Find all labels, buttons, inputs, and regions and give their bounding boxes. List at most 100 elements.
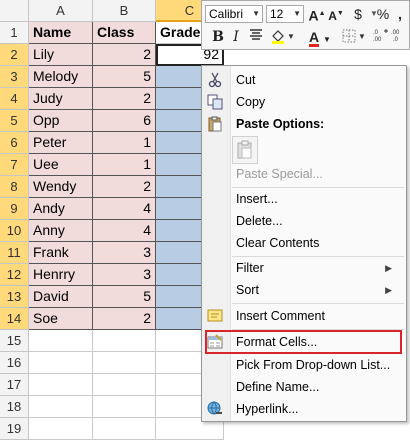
name-cell[interactable]: Andy — [29, 198, 93, 220]
menu-item-copy[interactable]: Copy — [202, 91, 406, 113]
copy-icon — [207, 94, 223, 110]
row-header[interactable]: 18 — [0, 396, 29, 418]
row-header[interactable]: 1 — [0, 22, 29, 44]
fill-color-button[interactable]: ▼ — [269, 28, 295, 46]
name-cell[interactable]: Anny — [29, 220, 93, 242]
name-cell[interactable]: Soe — [29, 308, 93, 330]
font-name-box[interactable]: Calibri ▼ — [205, 5, 263, 23]
empty-cell[interactable] — [93, 374, 156, 396]
empty-cell[interactable] — [29, 352, 93, 374]
menu-item-hyperlink[interactable]: Hyperlink... — [202, 398, 406, 420]
name-cell[interactable]: Frank — [29, 242, 93, 264]
empty-cell[interactable] — [93, 396, 156, 418]
format-cells-highlight-box — [205, 330, 402, 354]
empty-cell[interactable] — [29, 330, 93, 352]
paste-option-button[interactable] — [232, 136, 258, 164]
column-header-b[interactable]: B — [93, 0, 156, 22]
context-menu: Cut Copy Paste Options: Paste Special...… — [201, 65, 407, 422]
menu-item-sort[interactable]: Sort ▶ — [202, 279, 406, 301]
column-header-a[interactable]: A — [29, 0, 93, 22]
class-cell[interactable]: 1 — [93, 154, 156, 176]
menu-item-paste-options: Paste Options: — [202, 113, 406, 135]
name-cell[interactable]: Uee — [29, 154, 93, 176]
name-cell[interactable]: David — [29, 286, 93, 308]
class-cell[interactable]: 2 — [93, 88, 156, 110]
name-cell[interactable]: Henrry — [29, 264, 93, 286]
row-header[interactable]: 11 — [0, 242, 29, 264]
row-header[interactable]: 19 — [0, 418, 29, 440]
class-cell[interactable]: 3 — [93, 242, 156, 264]
percent-button[interactable]: % — [374, 5, 392, 23]
name-cell[interactable]: Peter — [29, 132, 93, 154]
bold-button[interactable]: B — [209, 28, 227, 46]
row-header[interactable]: 3 — [0, 66, 29, 88]
row-header[interactable]: 16 — [0, 352, 29, 374]
font-size-box[interactable]: 12 ▼ — [266, 5, 304, 23]
header-cell-name[interactable]: Name — [29, 22, 93, 44]
menu-item-insert[interactable]: Insert... — [202, 188, 406, 210]
empty-cell[interactable] — [29, 418, 93, 440]
row-header[interactable]: 8 — [0, 176, 29, 198]
class-cell[interactable]: 5 — [93, 286, 156, 308]
menu-item-define-name[interactable]: Define Name... — [202, 376, 406, 398]
menu-item-cut[interactable]: Cut — [202, 69, 406, 91]
header-cell-class[interactable]: Class — [93, 22, 156, 44]
empty-cell[interactable] — [93, 330, 156, 352]
class-cell[interactable]: 3 — [93, 264, 156, 286]
shrink-font-button[interactable]: A▼ — [327, 5, 345, 23]
menu-item-delete[interactable]: Delete... — [202, 210, 406, 232]
class-cell[interactable]: 4 — [93, 198, 156, 220]
font-size-value: 12 — [270, 7, 284, 21]
class-cell[interactable]: 2 — [93, 176, 156, 198]
row-header[interactable]: 17 — [0, 374, 29, 396]
row-header[interactable]: 15 — [0, 330, 29, 352]
menu-label: Insert Comment — [236, 309, 325, 323]
class-cell[interactable]: 2 — [93, 44, 156, 66]
empty-cell[interactable] — [29, 396, 93, 418]
menu-item-pick-dropdown[interactable]: Pick From Drop-down List... — [202, 354, 406, 376]
row-header[interactable]: 4 — [0, 88, 29, 110]
name-cell[interactable]: Judy — [29, 88, 93, 110]
empty-cell[interactable] — [93, 352, 156, 374]
menu-label: Cut — [236, 73, 256, 87]
comma-style-button[interactable]: , — [391, 5, 409, 23]
grow-font-button[interactable]: A▲ — [308, 5, 326, 24]
empty-cell[interactable] — [93, 418, 156, 440]
empty-cell[interactable] — [29, 374, 93, 396]
row-header[interactable]: 12 — [0, 264, 29, 286]
chevron-right-icon: ▶ — [385, 285, 392, 295]
class-cell[interactable]: 4 — [93, 220, 156, 242]
row-header[interactable]: 5 — [0, 110, 29, 132]
menu-label: Pick From Drop-down List... — [236, 358, 391, 372]
svg-text:.0: .0 — [373, 30, 379, 36]
font-color-button[interactable]: A ▼ — [307, 28, 333, 47]
row-header[interactable]: 13 — [0, 286, 29, 308]
class-cell[interactable]: 2 — [93, 308, 156, 330]
align-center-icon[interactable] — [247, 28, 265, 46]
class-cell[interactable]: 6 — [93, 110, 156, 132]
row-header[interactable]: 9 — [0, 198, 29, 220]
class-cell[interactable]: 5 — [93, 66, 156, 88]
italic-button[interactable]: I — [227, 28, 245, 46]
class-cell[interactable]: 1 — [93, 132, 156, 154]
name-cell[interactable]: Wendy — [29, 176, 93, 198]
decrease-decimal-icon[interactable]: .0.00 — [372, 28, 390, 46]
row-header[interactable]: 10 — [0, 220, 29, 242]
row-header[interactable]: 14 — [0, 308, 29, 330]
menu-item-clear-contents[interactable]: Clear Contents — [202, 232, 406, 254]
menu-item-insert-comment[interactable]: Insert Comment — [202, 305, 406, 327]
row-header[interactable]: 7 — [0, 154, 29, 176]
menu-item-filter[interactable]: Filter ▶ — [202, 257, 406, 279]
borders-button[interactable]: ▼ — [340, 28, 366, 46]
row-header[interactable]: 2 — [0, 44, 29, 66]
chevron-down-icon: ▼ — [293, 9, 301, 18]
name-cell[interactable]: Melody — [29, 66, 93, 88]
select-all-corner[interactable] — [0, 0, 29, 22]
increase-decimal-icon[interactable]: .00.0 — [390, 28, 408, 46]
name-cell[interactable]: Lily — [29, 44, 93, 66]
name-cell[interactable]: Opp — [29, 110, 93, 132]
mini-format-toolbar: Calibri ▼ 12 ▼ A▲ A▼ $ ▼ % , B I ▼ A ▼ ▼… — [201, 0, 410, 50]
menu-separator — [232, 303, 404, 304]
row-header[interactable]: 6 — [0, 132, 29, 154]
menu-item-paste-special[interactable]: Paste Special... — [202, 163, 406, 185]
